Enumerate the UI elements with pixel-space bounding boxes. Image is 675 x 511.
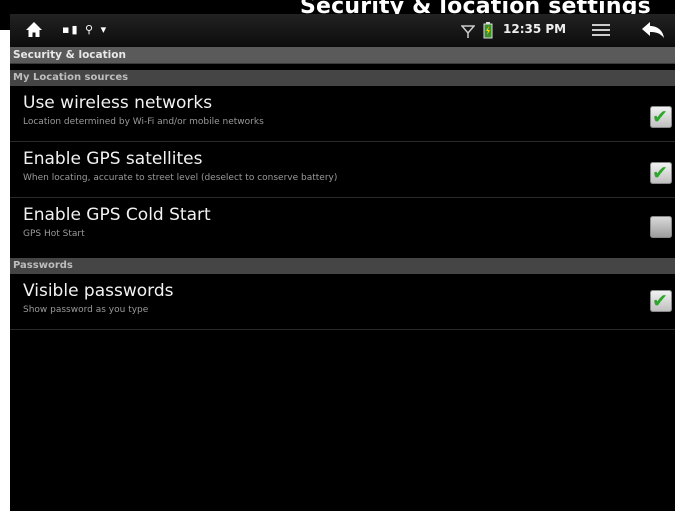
setting-row-gps-cold-start[interactable]: Enable GPS Cold Start GPS Hot Start bbox=[10, 198, 675, 254]
arrow-icon: ▾ bbox=[100, 23, 109, 36]
signal-icon bbox=[461, 25, 475, 38]
checkmark-icon: ✔ bbox=[652, 162, 668, 184]
screen-title: Security & location bbox=[10, 47, 675, 64]
wireless-networks-checkbox[interactable]: ✔ bbox=[650, 106, 672, 128]
debug-icon: ⚲ bbox=[85, 23, 96, 36]
battery-icon bbox=[483, 22, 493, 39]
gps-cold-start-checkbox[interactable] bbox=[650, 216, 672, 238]
setting-title: Enable GPS satellites bbox=[23, 149, 203, 169]
status-bar: ▪▮ ⚲ ▾ 12:35 PM bbox=[10, 14, 675, 47]
setting-summary: Show password as you type bbox=[23, 305, 149, 315]
setting-title: Visible passwords bbox=[23, 281, 174, 301]
setting-summary: GPS Hot Start bbox=[23, 229, 85, 239]
usb-icon: ▪▮ bbox=[62, 23, 80, 36]
setting-row-wireless-networks[interactable]: Use wireless networks Location determine… bbox=[10, 86, 675, 142]
checkmark-icon: ✔ bbox=[652, 106, 668, 128]
setting-title: Enable GPS Cold Start bbox=[23, 205, 211, 225]
setting-summary: When locating, accurate to street level … bbox=[23, 173, 338, 183]
checkmark-icon: ✔ bbox=[652, 290, 668, 312]
section-header-passwords: Passwords bbox=[10, 258, 675, 274]
device-screen: ▪▮ ⚲ ▾ 12:35 PM Security & location My L… bbox=[10, 14, 675, 511]
setting-summary: Location determined by Wi-Fi and/or mobi… bbox=[23, 117, 264, 127]
home-icon[interactable] bbox=[24, 20, 44, 40]
gps-satellites-checkbox[interactable]: ✔ bbox=[650, 162, 672, 184]
notification-icons: ▪▮ ⚲ ▾ bbox=[62, 23, 108, 36]
section-header-location-sources: My Location sources bbox=[10, 70, 675, 86]
setting-row-gps-satellites[interactable]: Enable GPS satellites When locating, acc… bbox=[10, 142, 675, 198]
setting-row-visible-passwords[interactable]: Visible passwords Show password as you t… bbox=[10, 274, 675, 330]
visible-passwords-checkbox[interactable]: ✔ bbox=[650, 290, 672, 312]
menu-icon[interactable] bbox=[592, 24, 610, 36]
setting-title: Use wireless networks bbox=[23, 93, 213, 113]
status-clock: 12:35 PM bbox=[503, 22, 567, 36]
back-icon[interactable] bbox=[640, 20, 666, 40]
